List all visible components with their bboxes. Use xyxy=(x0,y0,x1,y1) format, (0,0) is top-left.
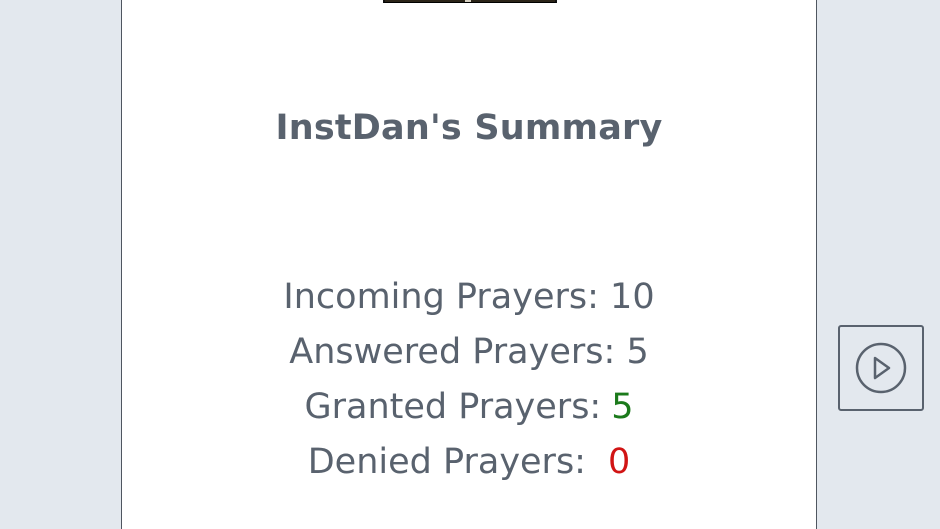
profile-image xyxy=(383,0,557,3)
granted-prayers-label: Granted Prayers: xyxy=(304,387,602,427)
denied-prayers-label: Denied Prayers: xyxy=(307,442,586,482)
incoming-prayers-label: Incoming Prayers: xyxy=(283,277,599,317)
play-circle-icon xyxy=(855,342,907,394)
granted-prayers-value: 5 xyxy=(611,387,634,427)
answered-prayers-label: Answered Prayers: xyxy=(289,332,616,372)
denied-prayers-stat: Denied Prayers: 0 xyxy=(122,442,816,482)
answered-prayers-stat: Answered Prayers: 5 xyxy=(122,332,816,372)
answered-prayers-value: 5 xyxy=(626,332,649,372)
denied-prayers-value: 0 xyxy=(607,442,631,482)
profile-image-highlight xyxy=(465,0,471,2)
incoming-prayers-stat: Incoming Prayers: 10 xyxy=(122,277,816,317)
summary-panel: InstDan's Summary Incoming Prayers: 10 A… xyxy=(121,0,817,529)
summary-title: InstDan's Summary xyxy=(275,108,663,148)
granted-prayers-stat: Granted Prayers: 5 xyxy=(122,387,816,427)
play-button[interactable] xyxy=(838,325,924,411)
incoming-prayers-value: 10 xyxy=(610,277,655,317)
